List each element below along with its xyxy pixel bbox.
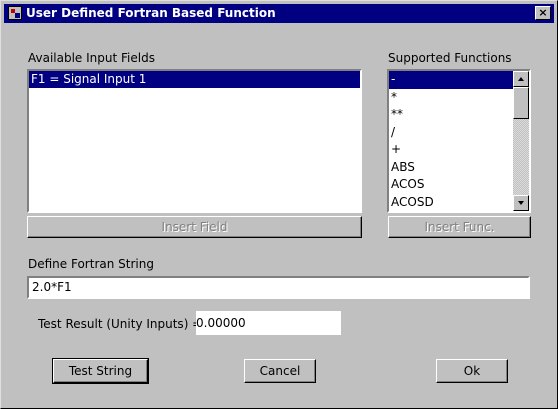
functions-scrollbar[interactable] (513, 71, 529, 211)
dialog-window: User Defined Fortran Based Function × Av… (0, 0, 558, 409)
list-item[interactable]: / (389, 124, 513, 142)
list-item[interactable]: ACOS (389, 176, 513, 194)
functions-list[interactable]: -***/+ABSACOSACOSDASIN (387, 69, 531, 213)
test-result-value: 0.00000 (196, 311, 341, 335)
insert-field-button[interactable]: Insert Field (27, 216, 362, 238)
insert-func-button[interactable]: Insert Func. (388, 216, 531, 238)
list-item[interactable]: ASIN (389, 211, 513, 213)
scroll-up-arrow-icon[interactable] (513, 71, 529, 87)
input-fields-list[interactable]: F1 = Signal Input 1 (27, 69, 362, 213)
title-bar[interactable]: User Defined Fortran Based Function × (4, 4, 554, 23)
close-button[interactable]: × (535, 6, 551, 20)
test-string-button[interactable]: Test String (52, 358, 149, 384)
available-input-fields-label: Available Input Fields (28, 51, 155, 65)
scrollbar-thumb[interactable] (513, 87, 529, 119)
list-item[interactable]: ** (389, 106, 513, 124)
ok-button[interactable]: Ok (436, 359, 508, 383)
test-result-label: Test Result (Unity Inputs) = (38, 317, 203, 331)
scroll-down-arrow-icon[interactable] (513, 195, 529, 211)
fortran-string-input[interactable]: 2.0*F1 (27, 276, 530, 299)
list-item[interactable]: ACOSD (389, 194, 513, 212)
list-item[interactable]: * (389, 89, 513, 107)
define-fortran-string-label: Define Fortran String (28, 257, 154, 271)
cancel-button[interactable]: Cancel (244, 359, 316, 383)
supported-functions-label: Supported Functions (388, 51, 512, 65)
list-item[interactable]: + (389, 141, 513, 159)
app-icon[interactable] (8, 6, 22, 20)
list-item[interactable]: F1 = Signal Input 1 (29, 71, 360, 88)
list-item[interactable]: ABS (389, 159, 513, 177)
window-title: User Defined Fortran Based Function (26, 6, 276, 20)
list-item[interactable]: - (389, 71, 513, 89)
